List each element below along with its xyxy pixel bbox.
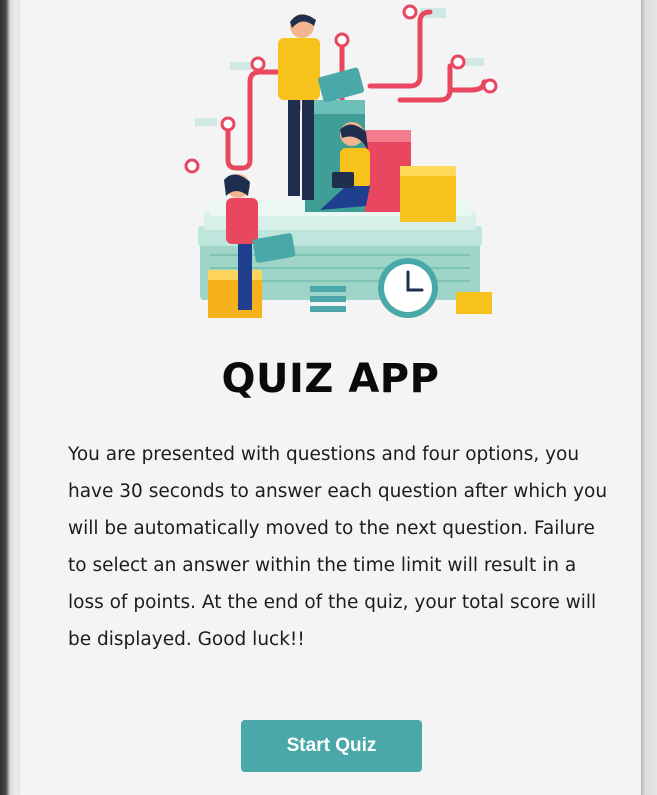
page-background-right <box>641 0 657 795</box>
page-background-left <box>0 0 20 795</box>
quiz-team-illustration-icon <box>170 0 510 330</box>
illustration-graphic <box>184 4 498 318</box>
page-title: QUIZ APP <box>221 356 440 402</box>
quiz-intro-card: QUIZ APP You are presented with question… <box>20 0 641 795</box>
quiz-instructions: You are presented with questions and fou… <box>68 444 608 650</box>
start-quiz-button[interactable]: Start Quiz <box>241 720 422 772</box>
